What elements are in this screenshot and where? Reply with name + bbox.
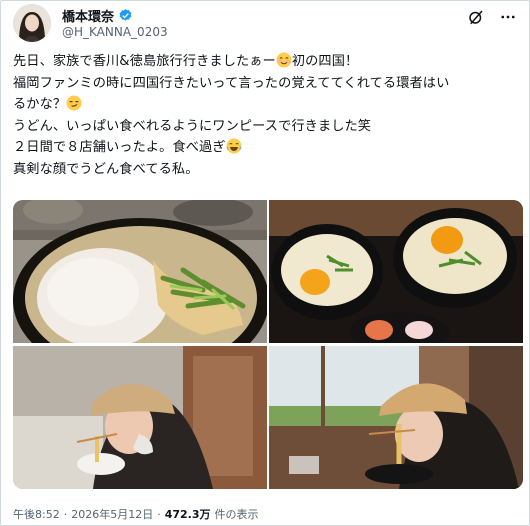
two-udon-bowls-egg-photo[interactable] [269, 200, 523, 343]
tweet-line-2: 福岡ファンミの時に四国行きたいって言ったの覚えててくれてる環者はい [13, 75, 450, 91]
view-count-label: 件の表示 [214, 508, 259, 521]
author-display-name[interactable]: 橋本環奈 [62, 6, 114, 25]
smirk-emoji [66, 95, 82, 111]
avatar[interactable] [13, 4, 51, 42]
tweet-text-segment: るかな？ [13, 97, 67, 112]
tweet-line-5: ２日間で８店舗いったよ。食べ過ぎ [13, 137, 519, 159]
grok-icon[interactable] [467, 8, 485, 26]
tweet-text-segment: 先日、家族で香川&徳島旅行行きましたぁー [13, 54, 276, 69]
meta-separator: · [63, 508, 68, 521]
more-icon[interactable] [499, 8, 517, 26]
verified-badge-icon [119, 8, 132, 21]
tweet-meta: 午後8:52 · 2026年5月12日 · 472.3万 件の表示 [13, 506, 259, 522]
tweet-text-segment: 初の四国！ [291, 54, 359, 69]
eating-udon-cap-photo-2[interactable] [269, 346, 523, 489]
tweet-header: 橋本環奈 @H_KANNA_0203 [13, 4, 517, 44]
meta-separator: · [157, 508, 161, 521]
header-actions [467, 8, 517, 26]
udon-bowl-grated-yam-photo[interactable] [13, 200, 267, 343]
tweet-text-segment: ２日間で８店舗いったよ。食べ過ぎ [13, 140, 226, 155]
view-count: 472.3万 [164, 508, 211, 521]
tears-of-joy-emoji [226, 138, 242, 154]
media-grid [13, 200, 523, 489]
tweet-card: 橋本環奈 @H_KANNA_0203 先日、家族で香川&徳島旅行行きましたぁー初… [0, 0, 530, 526]
tweet-date[interactable]: 2026年5月12日 [71, 506, 153, 522]
tweet-line-6: 真剣な顔でうどん食べてる私。 [13, 161, 199, 177]
tweet-line-1: 先日、家族で香川&徳島旅行行きましたぁー 初の四国！ [13, 51, 519, 73]
author-handle[interactable]: @H_KANNA_0203 [62, 25, 168, 39]
tweet-text: 先日、家族で香川&徳島旅行行きましたぁー 初の四国！ 福岡ファンミの時に四国行きた… [13, 51, 519, 180]
tweet-time[interactable]: 午後8:52 [13, 506, 60, 522]
tweet-line-4: うどん、いっぱい食べれるようにワンピースで行きました笑 [13, 118, 372, 134]
smiling-blush-emoji [276, 52, 292, 68]
tweet-line-3: るかな？ [13, 94, 519, 116]
author-name-row: 橋本環奈 [62, 6, 133, 25]
eating-udon-cap-photo-1[interactable] [13, 346, 267, 489]
